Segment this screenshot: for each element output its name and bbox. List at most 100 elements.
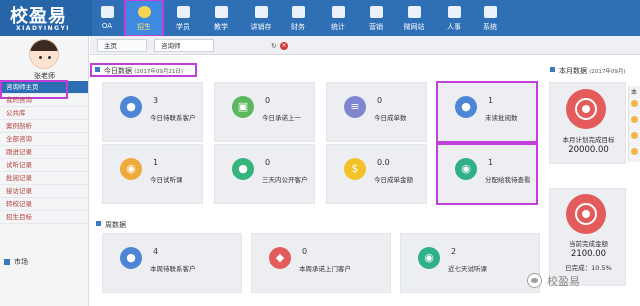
refresh-icon[interactable]: ↻ (271, 42, 277, 50)
card-today-orders[interactable]: ≡ 0 今日成单数 (326, 82, 427, 142)
sidebar-item-case-analysis[interactable]: 案例剖析 (0, 120, 88, 133)
hr-icon (448, 6, 461, 18)
right-panel-title: 本 (631, 89, 638, 96)
finance-icon (292, 6, 305, 18)
card-label: 近七天试听课 (448, 265, 487, 273)
target-icon (566, 194, 606, 234)
nav-label: 系统 (483, 23, 497, 31)
close-icon[interactable]: × (280, 42, 288, 50)
card-value: 1 (488, 158, 494, 167)
teaching-icon (215, 6, 228, 18)
person-icon: ● (120, 96, 142, 118)
sidebar-item-my-consult[interactable]: 我的咨询 (0, 94, 88, 107)
nav-label: 微网站 (403, 23, 425, 31)
microsite-icon (408, 6, 421, 18)
sidebar-item-enroll-target[interactable]: 招生目标 (0, 211, 88, 224)
watermark-text: 校盈易 (547, 275, 580, 288)
sidebar-item-public-pool[interactable]: 公共库 (0, 107, 88, 120)
medal-icon (631, 100, 638, 107)
sidebar-item-visit[interactable]: 接访记录 (0, 185, 88, 198)
logo-subtext: XIADYINGYI (16, 25, 71, 32)
student-icon (177, 6, 190, 18)
card-value: 0.0 (377, 158, 390, 167)
medal-icon (631, 132, 638, 139)
week-title: 周数据 (105, 221, 126, 229)
card-today-trials[interactable]: ◉ 1 今日试听课 (102, 144, 203, 204)
market-label: 市场 (14, 258, 28, 266)
wechat-icon (527, 273, 542, 288)
section-marker (96, 221, 101, 226)
card-value: 2 (451, 247, 457, 256)
sidebar-item-transfer[interactable]: 转校记录 (0, 198, 88, 211)
card-label: 今日承诺上一 (262, 114, 301, 122)
avatar-hair (30, 40, 58, 51)
sidebar-item-followup[interactable]: 跟进记录 (0, 146, 88, 159)
month-current-label: 当前完成金额 (569, 240, 608, 248)
card-value: 1 (488, 96, 494, 105)
nav-item-hr[interactable]: 人事 (440, 0, 468, 36)
sidebar-item-trial[interactable]: 试听记录 (0, 159, 88, 172)
nav-item-microsite[interactable]: 微网站 (397, 0, 431, 36)
month-rate: 已完成：10.5% (565, 264, 612, 272)
month-target-value: 20000.00 (568, 145, 609, 155)
card-label: 今日成单数 (374, 114, 407, 122)
nav-label: 统计 (331, 23, 345, 31)
card-today-amount[interactable]: $ 0.0 今日成单金额 (326, 144, 427, 204)
card-label: 今日试听课 (150, 176, 183, 184)
sidebar-item-market[interactable]: 市场 (0, 255, 88, 269)
list-icon: ≡ (344, 96, 366, 118)
page-tabs: 主页 咨询师 ↻ × (90, 36, 640, 55)
nav-item-finance[interactable]: 财务 (284, 0, 312, 36)
sidebar-item-counselor-home[interactable]: 咨询师主页 (0, 80, 88, 99)
card-assigned-pending[interactable]: ◉ 1 分配给我待查看 (436, 143, 538, 205)
card-week-visits[interactable]: ◆ 0 本周承诺上门客户 (251, 233, 391, 293)
nav-label: 财务 (291, 23, 305, 31)
card-week-trials[interactable]: ◉ 2 近七天试听课 (400, 233, 540, 293)
sidebar-item-all-consult[interactable]: 全部咨询 (0, 133, 88, 146)
card-label: 本周承诺上门客户 (299, 265, 351, 273)
card-week-contacts[interactable]: ● 4 本周待联系客户 (102, 233, 242, 293)
nav-item-oa[interactable]: OA (94, 0, 120, 36)
card-unread-reviews[interactable]: ● 1 未读批阅数 (436, 81, 538, 143)
month-section-title: 本月数据 (2017年09月) (550, 66, 626, 76)
nav-item-student[interactable]: 学员 (168, 0, 198, 36)
card-today-promised[interactable]: ▣ 0 今日承诺上一 (214, 82, 315, 142)
coins-icon: $ (344, 158, 366, 180)
nav-label: 营销 (369, 23, 383, 31)
top-nav-bar: 校盈易 XIADYINGYI OA 招生 学员 教学 讲销存 财务 统计 营销 … (0, 0, 640, 37)
system-icon (484, 6, 497, 18)
month-target-card[interactable]: 本月计划完成目标 20000.00 (549, 82, 626, 164)
nav-item-teaching[interactable]: 教学 (206, 0, 236, 36)
enroll-icon (138, 6, 151, 18)
tab-counselor[interactable]: 咨询师 (154, 39, 214, 52)
watermark: 校盈易 (527, 272, 631, 290)
card-value: 3 (153, 96, 159, 105)
tab-home[interactable]: 主页 (97, 39, 147, 52)
card-value: 0 (265, 96, 271, 105)
card-value: 1 (153, 158, 159, 167)
card-public-clients[interactable]: ● 0 三天内公开客户 (214, 144, 315, 204)
avatar[interactable] (29, 39, 59, 69)
target-icon (566, 89, 606, 129)
card-value: 0 (302, 247, 308, 256)
medal-icon (631, 148, 638, 155)
headset-icon: ◉ (120, 158, 142, 180)
avatar-eye (48, 56, 51, 59)
app-logo[interactable]: 校盈易 XIADYINGYI (0, 0, 92, 36)
nav-item-inventory[interactable]: 讲销存 (244, 0, 278, 36)
sidebar: 张老师 咨询师主页 我的咨询 公共库 案例剖析 全部咨询 跟进记录 试听记录 批… (0, 36, 89, 306)
card-today-contacts[interactable]: ● 3 今日待联系客户 (102, 82, 203, 142)
nav-item-stats[interactable]: 统计 (324, 0, 352, 36)
nav-item-enroll[interactable]: 招生 (124, 0, 164, 37)
month-target-label: 本月计划完成目标 (562, 136, 615, 144)
nav-item-marketing[interactable]: 营销 (362, 0, 390, 36)
avatar-eye (39, 56, 42, 59)
month-date: (2017年09月) (589, 69, 626, 75)
sidebar-item-review[interactable]: 批阅记录 (0, 172, 88, 185)
marketing-icon (370, 6, 383, 18)
nav-item-system[interactable]: 系统 (476, 0, 504, 36)
card-label: 分配给我待查看 (485, 176, 531, 184)
person-icon: ● (120, 247, 142, 269)
nav-label: OA (101, 22, 113, 30)
group-icon: ● (232, 158, 254, 180)
